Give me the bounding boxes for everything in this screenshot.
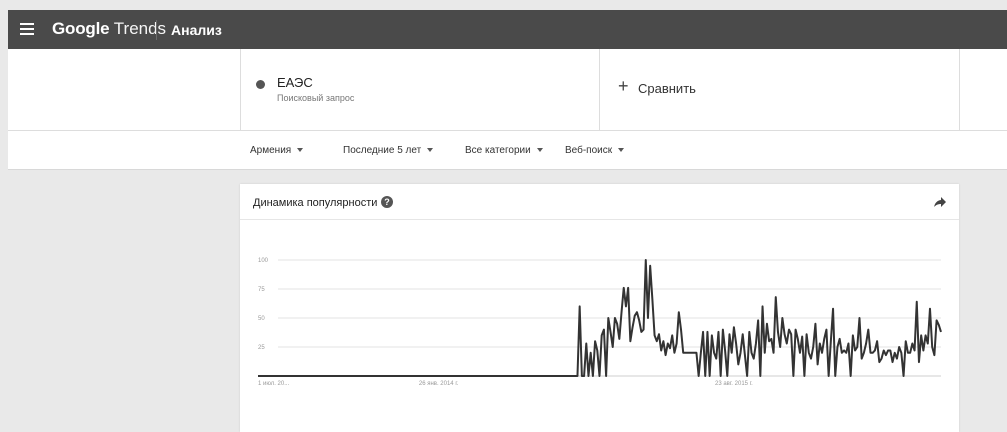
header-divider	[156, 20, 157, 40]
chevron-down-icon	[427, 148, 434, 153]
y-tick-label: 50	[258, 316, 265, 322]
filter-time-range[interactable]: Последние 5 лет	[343, 145, 434, 156]
help-icon[interactable]: ?	[381, 196, 393, 208]
filter-search-type[interactable]: Веб-поиск	[565, 145, 625, 156]
line-chart: 25 50 75 100 1 июл. 20... 26 янв. 2014 г. 23 а…	[258, 258, 942, 387]
filter-search-type-label: Веб-поиск	[565, 145, 613, 156]
y-tick-label: 100	[258, 258, 269, 264]
logo-product: Trends	[113, 19, 167, 38]
search-term-card[interactable]: ЕАЭС Поисковый запрос	[240, 49, 600, 130]
chevron-down-icon	[297, 148, 304, 153]
filter-category[interactable]: Все категории	[465, 145, 543, 156]
logo-brand: Google	[52, 19, 110, 38]
app-header: Google Trends Анализ	[8, 10, 1007, 49]
x-tick-label: 26 янв. 2014 г.	[419, 381, 459, 387]
filter-region-label: Армения	[250, 145, 292, 156]
compare-label: Сравнить	[638, 81, 696, 96]
chevron-down-icon	[536, 148, 543, 153]
x-tick-label: 1 июл. 20...	[258, 381, 290, 387]
compare-button[interactable]: + Сравнить	[600, 49, 960, 130]
plus-icon: +	[618, 76, 629, 96]
search-terms-bar: ЕАЭС Поисковый запрос + Сравнить	[8, 49, 1007, 131]
term-type: Поисковый запрос	[277, 93, 355, 103]
filter-category-label: Все категории	[465, 145, 531, 156]
y-tick-label: 25	[258, 345, 265, 351]
google-trends-logo[interactable]: Google Trends	[52, 19, 166, 39]
page-title: Анализ	[171, 22, 222, 38]
filter-time-range-label: Последние 5 лет	[343, 145, 422, 156]
chart-title: Динамика популярности	[253, 197, 378, 209]
chevron-down-icon	[618, 148, 625, 153]
x-tick-label: 23 авг. 2015 г.	[715, 381, 753, 387]
chart-header: Динамика популярности ?	[240, 184, 959, 220]
term-name: ЕАЭС	[277, 75, 313, 90]
interest-over-time-card: Динамика популярности ? 25 50 75 100 1 июл. …	[240, 184, 959, 432]
y-tick-label: 75	[258, 287, 265, 293]
menu-icon[interactable]	[20, 23, 34, 35]
term-color-dot	[256, 80, 265, 89]
filter-region[interactable]: Армения	[250, 145, 304, 156]
share-icon[interactable]	[933, 195, 947, 209]
filters-bar: Армения Последние 5 лет Все категории Ве…	[8, 131, 1007, 170]
